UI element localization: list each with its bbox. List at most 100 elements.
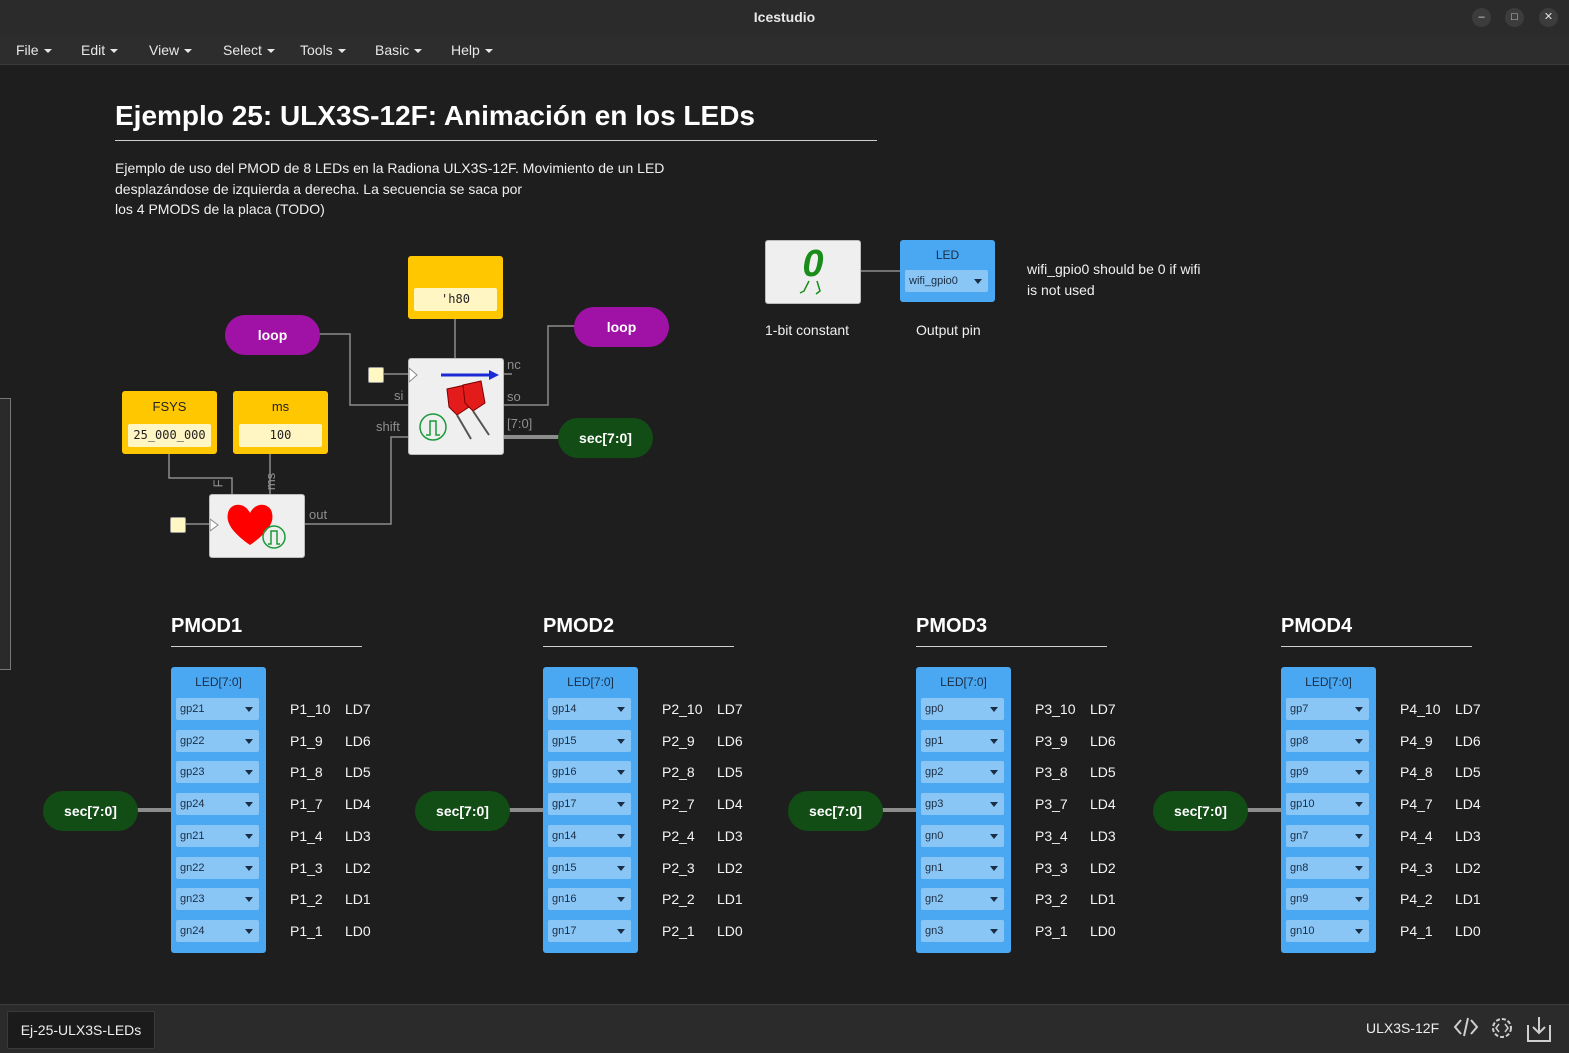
pin-select-value: gp17 (552, 798, 577, 811)
led-block-header: LED[7:0] (567, 675, 614, 689)
note-line: wifi_gpio0 should be 0 if wifi (1027, 261, 1201, 277)
pin-select[interactable]: gp1 (921, 729, 1004, 752)
dropdown-arrow-icon (617, 897, 625, 903)
pin-select[interactable]: gn8 (1286, 856, 1369, 879)
dropdown-arrow-icon (245, 770, 253, 776)
dropdown-arrow-icon (1355, 865, 1363, 871)
constant-h80[interactable]: 'h80 (408, 256, 503, 319)
clock-input-heartbeat[interactable] (170, 517, 186, 533)
pmod-input-label[interactable]: sec[7:0] (43, 791, 138, 831)
pin-select[interactable]: gp16 (548, 761, 631, 784)
clock-input-shift[interactable] (368, 367, 384, 383)
wire-fsys (168, 453, 233, 494)
heartbeat-block[interactable] (209, 494, 305, 558)
dropdown-arrow-icon (245, 833, 253, 839)
pin-select[interactable]: gp23 (176, 761, 259, 784)
pin-select-value: gn22 (180, 861, 205, 874)
constant-fsys[interactable]: FSYS 25_000_000 (122, 391, 217, 454)
pin-select[interactable]: gp21 (176, 698, 259, 720)
pmod-pin-label: P3_4 (1035, 827, 1068, 844)
constant-value[interactable]: 25_000_000 (128, 424, 211, 447)
pin-select[interactable]: gn2 (921, 888, 1004, 911)
led-label: LD0 (1455, 922, 1481, 939)
code-icon[interactable] (1453, 1015, 1479, 1039)
pin-select[interactable]: gp17 (548, 793, 631, 816)
led-label: LD7 (717, 701, 743, 717)
pin-select[interactable]: gp3 (921, 793, 1004, 816)
led-output-block[interactable]: LED[7:0] gp21 gp22 gp23 gp24 gn21 gn22 gn23 gn24 (171, 667, 266, 953)
pin-select[interactable]: gn23 (176, 888, 259, 911)
file-tab[interactable]: Ej-25-ULX3S-LEDs (7, 1011, 155, 1049)
port-shift: shift (376, 419, 400, 434)
pin-select-value: gp0 (925, 703, 944, 715)
led-output-block[interactable]: LED[7:0] gp0 gp1 gp2 gp3 gn0 gn1 gn2 gn3 (916, 667, 1011, 953)
pin-select[interactable]: gn3 (921, 919, 1004, 942)
loop-label-right[interactable]: loop (574, 307, 669, 347)
status-bar: Ej-25-ULX3S-LEDs ULX3S-12F (0, 1004, 1569, 1053)
led-output-block[interactable]: LED[7:0] gp7 gp8 gp9 gp10 gn7 gn8 gn9 gn10 (1281, 667, 1376, 953)
pmod-pin-label: P2_8 (662, 764, 695, 781)
led-output-block[interactable]: LED[7:0] gp14 gp15 gp16 gp17 gn14 gn15 gn16 gn17 (543, 667, 638, 953)
pin-select-value: gp8 (1290, 734, 1309, 747)
constant-zero-block[interactable]: 0 (765, 240, 861, 304)
led-label: LD3 (1455, 827, 1481, 844)
dropdown-arrow-icon (990, 928, 998, 934)
pin-select[interactable]: gn7 (1286, 824, 1369, 847)
led-label: LD3 (345, 827, 371, 844)
pin-select-value: gp10 (1290, 798, 1315, 811)
pmod-pin-label: P1_2 (290, 891, 323, 908)
pin-select[interactable]: gn0 (921, 824, 1004, 847)
pmod-pin-label: P4_3 (1400, 859, 1433, 876)
constant-ms[interactable]: ms 100 (233, 391, 328, 454)
pin-select[interactable]: gn1 (921, 856, 1004, 879)
pin-select[interactable]: gn16 (548, 888, 631, 911)
wifi-output-pin-block[interactable]: LED wifi_gpio0 (900, 240, 995, 302)
pin-select[interactable]: gp0 (921, 698, 1004, 720)
board-name[interactable]: ULX3S-12F (1366, 1020, 1439, 1036)
pin-select[interactable]: gp14 (548, 698, 631, 720)
pushpin-icon (408, 366, 499, 441)
pin-select[interactable]: gp10 (1286, 793, 1369, 816)
pin-select-value: gp23 (180, 766, 205, 779)
led-label: LD1 (1090, 891, 1116, 908)
pin-select[interactable]: gp7 (1286, 698, 1369, 720)
pmod-pin-label: P1_1 (290, 922, 323, 939)
led-label: LD7 (1090, 701, 1116, 717)
constant-label: ms (271, 399, 290, 414)
constant-value[interactable]: 100 (239, 424, 322, 447)
pmod-pin-label: P1_3 (290, 859, 323, 876)
shift-register-block[interactable] (408, 358, 504, 455)
pin-select[interactable]: gn22 (176, 856, 259, 879)
led-label: LD3 (717, 827, 743, 844)
sec-output-label[interactable]: sec[7:0] (558, 418, 653, 458)
pin-select[interactable]: gp9 (1286, 761, 1369, 784)
port-bus: [7:0] (507, 416, 533, 431)
pin-select-value: gp1 (925, 734, 944, 747)
pin-select[interactable]: gn15 (548, 856, 631, 879)
pmod-pin-label: P3_7 (1035, 796, 1068, 813)
pmod-input-label[interactable]: sec[7:0] (788, 791, 883, 831)
pin-select[interactable]: gn17 (548, 919, 631, 942)
pin-select[interactable]: gn21 (176, 824, 259, 847)
pin-select[interactable]: gp2 (921, 761, 1004, 784)
pmod-input-label[interactable]: sec[7:0] (415, 791, 510, 831)
pin-select[interactable]: gn10 (1286, 919, 1369, 942)
pin-select-value: gn21 (180, 829, 205, 842)
led-label: LD1 (1455, 891, 1481, 908)
pin-select[interactable]: wifi_gpio0 (905, 270, 988, 292)
pin-select-value: gn2 (925, 893, 944, 906)
pmod-input-label[interactable]: sec[7:0] (1153, 791, 1248, 831)
pin-select[interactable]: gn24 (176, 919, 259, 942)
loop-label-left[interactable]: loop (225, 315, 320, 355)
pin-select[interactable]: gn9 (1286, 888, 1369, 911)
dropdown-arrow-icon (245, 738, 253, 744)
pin-select[interactable]: gp24 (176, 793, 259, 816)
constant-value[interactable]: 'h80 (414, 288, 497, 311)
settings-code-icon[interactable] (1489, 1015, 1515, 1041)
download-icon[interactable] (1526, 1015, 1552, 1043)
pin-select[interactable]: gp15 (548, 729, 631, 752)
led-label: LD4 (1090, 796, 1116, 813)
pin-select[interactable]: gp22 (176, 729, 259, 752)
pin-select[interactable]: gp8 (1286, 729, 1369, 752)
pin-select[interactable]: gn14 (548, 824, 631, 847)
